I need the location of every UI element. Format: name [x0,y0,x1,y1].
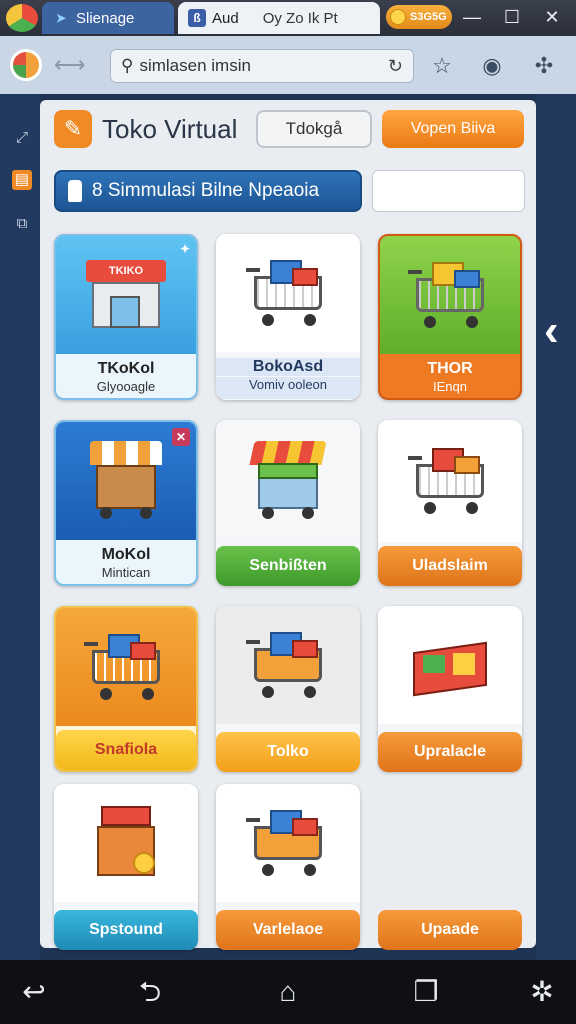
browser-logo-icon[interactable] [6,4,38,32]
card-art [378,420,522,542]
edit-icon[interactable]: ✎ [54,110,92,148]
card-art: ✕ [56,422,196,540]
coin-value: S3G5G [410,11,447,23]
back-icon[interactable]: ⮌ [130,974,170,1010]
card-art [378,606,522,724]
card-button[interactable]: Senbißten [216,546,360,586]
sparkle-icon: ✦ [179,242,190,256]
shopping-cart-icon [246,808,330,878]
card-upaade[interactable]: Upaade [378,784,522,950]
address-bar: ⟷ ⚲ simlasen imsin ↻ ☆ ◉ ✣ [0,36,576,94]
search-input[interactable] [372,170,525,212]
card-spstound[interactable]: Spstound [54,784,198,950]
shop-panel-icon[interactable]: ▤ [12,170,32,190]
url-input[interactable]: ⚲ simlasen imsin ↻ [110,49,414,83]
minimize-button[interactable]: — [456,4,488,30]
search-icon: ⚲ [121,56,134,75]
card-art: TKIKO ✦ [56,236,196,354]
shopping-cart-icon [408,446,492,516]
card-button[interactable]: Snafiola [56,730,196,770]
shop-icon: TKIKO [86,260,166,330]
card-title: MoKol [101,546,151,563]
card-mokol[interactable]: ✕ MoKol Mintican [54,420,198,586]
tab-title: Slienage [76,9,135,27]
profile-icon[interactable]: ◉ [478,52,506,80]
card-art [380,236,520,354]
card-snafiola[interactable]: Snafiola [54,606,198,772]
shopping-cart-icon [246,630,330,700]
simulation-banner[interactable]: 8 Simmulasi Bilne Npeaoia [54,170,362,212]
card-button[interactable]: Spstound [54,910,198,950]
card-art [54,784,198,902]
card-subtitle: Glyooagle [96,379,156,394]
recents-icon[interactable]: ❐ [406,974,446,1010]
market-stall-icon [86,441,166,521]
maximize-button[interactable]: ☐ [496,4,528,30]
card-title: THOR [427,360,473,377]
card-button[interactable]: Tolko [216,732,360,772]
share-icon[interactable]: ⧉ [12,214,32,234]
tab-slienage[interactable]: ➤ Slienage [42,2,174,34]
shop-sign: TKIKO [86,260,166,282]
coin-balance[interactable]: S3G5G [386,5,452,29]
shopping-cart-icon [408,260,492,330]
card-varlelaoe[interactable]: Varlelaoe [216,784,360,950]
banner-label: 8 Simmulasi Bilne Npeaoia [92,180,320,201]
tab-title: Oy Zo Ik Pt [262,9,338,27]
undo-icon[interactable]: ↩ [14,974,54,1010]
extensions-icon[interactable]: ✣ [530,52,558,80]
system-nav-bar: ↩ ⮌ ⌂ ❐ ✲ [0,960,576,1024]
card-art [216,234,360,352]
card-upralacle[interactable]: Upralacle [378,606,522,772]
booth-icon [248,441,328,521]
toko-button[interactable]: Tdokgå [256,110,372,148]
stats-icon[interactable]: ⤢ [12,128,32,148]
card-senbissten[interactable]: Senbißten [216,420,360,586]
settings-icon[interactable]: ✲ [522,974,562,1010]
home-icon[interactable]: ⌂ [268,974,308,1010]
card-art [56,608,196,726]
cash-register-icon [93,806,159,880]
left-sidebar: ⤢ ▤ ⧉ [0,94,40,960]
card-title: TKoKol [97,360,155,377]
tab-icon-text: Aud [212,9,239,27]
close-badge-icon[interactable]: ✕ [171,428,190,446]
card-thor[interactable]: THOR IEnqn [378,234,522,400]
chevron-left-icon[interactable]: ‹ [544,306,559,356]
back-forward-icon[interactable]: ⟷ [54,52,86,78]
card-title: BokoAsd [216,358,360,376]
card-art [216,606,360,724]
card-tolko[interactable]: Tolko [216,606,360,772]
tab-favicon-icon: ß [188,9,206,27]
card-art [216,420,360,542]
card-subtitle: Vomiv ooleon [216,377,360,399]
tab-oyzo[interactable]: ß Aud Oy Zo Ik Pt [178,2,380,34]
card-bokoasd[interactable]: BokoAsd Vomiv ooleon [216,234,360,400]
browser-home-logo-icon[interactable] [10,49,42,81]
card-button[interactable]: Uladslaim [378,546,522,586]
beli-button[interactable]: Vopen Biiva [382,110,524,148]
card-subtitle: IEnqn [433,379,467,394]
card-button[interactable]: Varlelaoe [216,910,360,950]
page-title: Toko Virtual [102,114,238,144]
refresh-icon[interactable]: ↻ [388,56,403,77]
close-button[interactable]: ✕ [536,4,568,30]
card-uladslaim[interactable]: Uladslaim [378,420,522,586]
coin-icon [390,9,406,25]
shopping-cart-icon [246,258,330,328]
shopping-bag-icon [68,180,82,202]
storefront-icon [407,633,493,697]
url-text: simlasen imsin [139,56,251,75]
card-subtitle: Mintican [101,565,151,580]
right-sidebar [536,94,576,960]
tab-favicon-icon: ➤ [55,11,67,25]
card-art [216,784,360,902]
shopping-cart-icon [84,632,168,702]
card-tkokol[interactable]: TKIKO ✦ TKoKol Glyooagle [54,234,198,400]
star-icon[interactable]: ☆ [428,52,456,80]
browser-tab-bar: ➤ Slienage ß Aud Oy Zo Ik Pt S3G5G — ☐ ✕ [0,0,576,36]
card-button[interactable]: Upralacle [378,732,522,772]
card-button[interactable]: Upaade [378,910,522,950]
